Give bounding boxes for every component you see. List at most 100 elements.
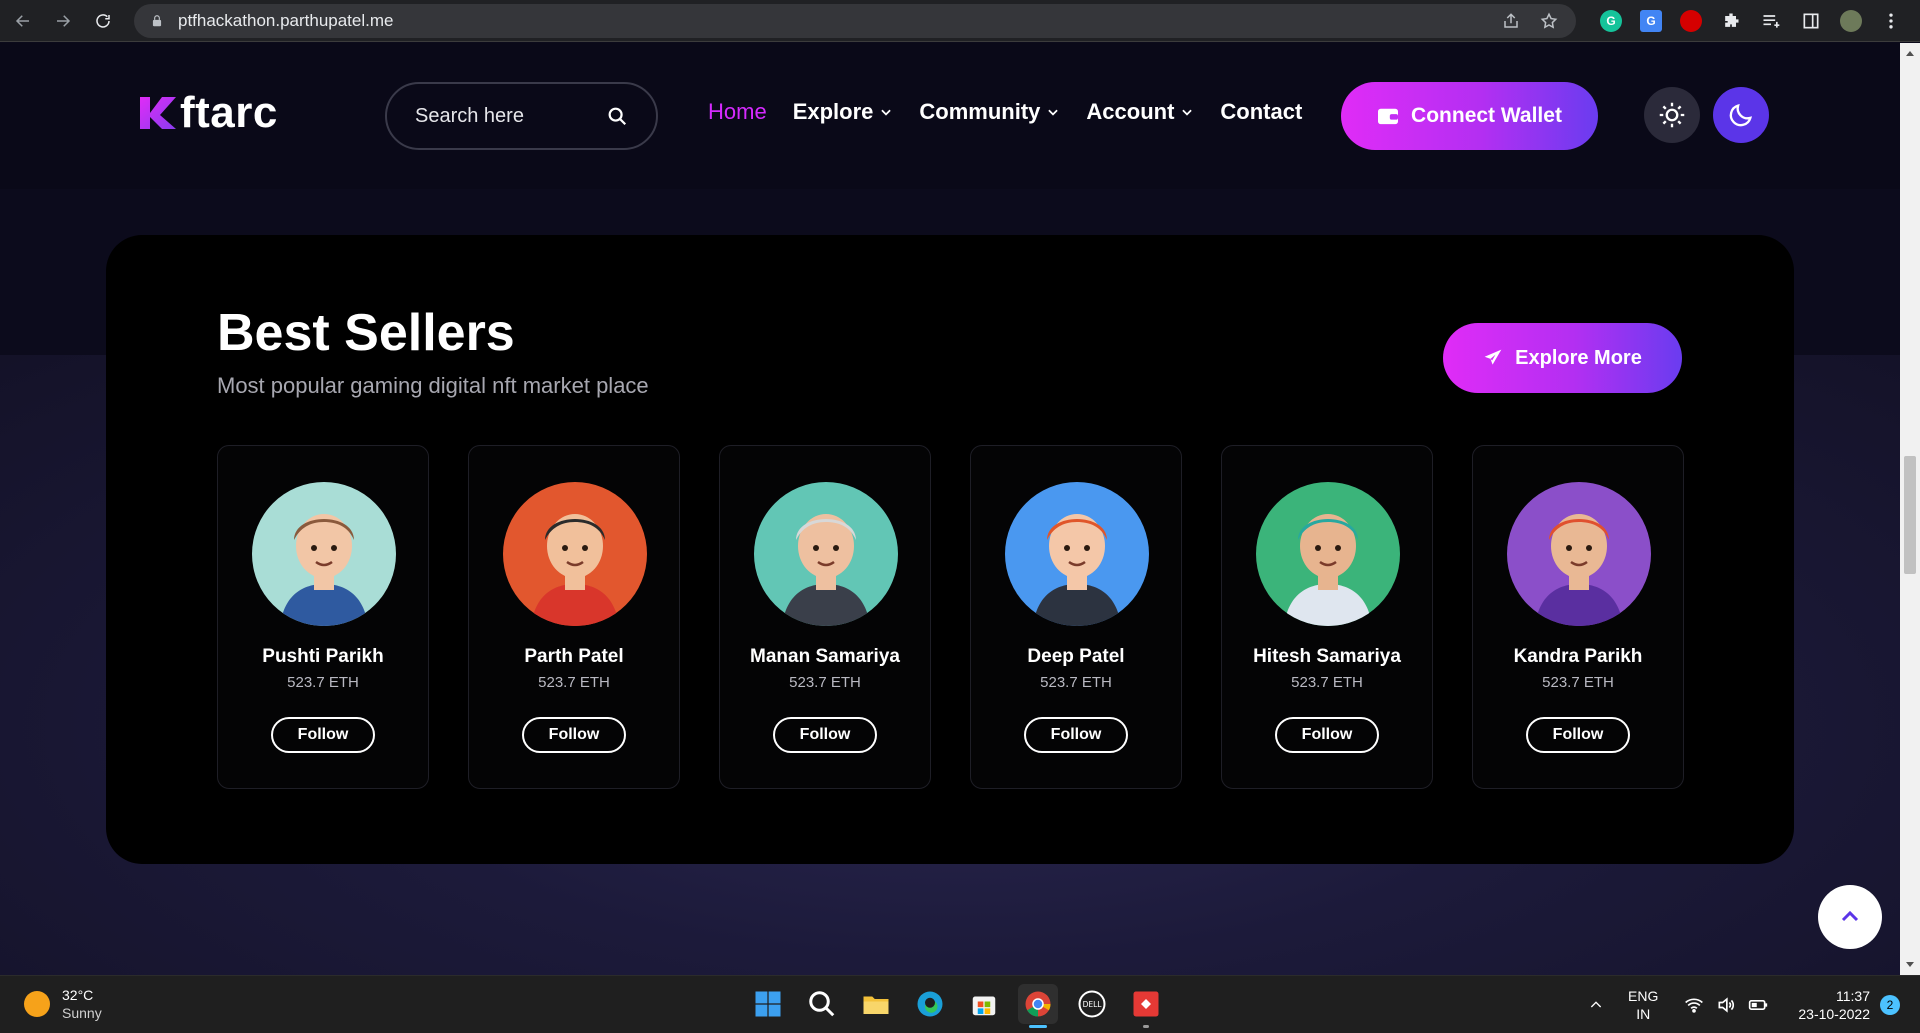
seller-name[interactable]: Kandra Parikh: [1473, 646, 1683, 668]
avatar[interactable]: [503, 482, 647, 626]
nav-home[interactable]: Home: [708, 99, 767, 125]
page-viewport: ftarc Search here Home Explore Community…: [0, 43, 1920, 975]
star-icon[interactable]: [1540, 12, 1558, 30]
seller-card[interactable]: Kandra Parikh 523.7 ETH Follow: [1472, 445, 1684, 789]
seller-eth-value: 523.7 ETH: [538, 674, 610, 691]
clock-time: 11:37: [1836, 988, 1870, 1004]
kebab-menu-icon[interactable]: [1880, 10, 1902, 32]
weather-widget[interactable]: 32°C Sunny: [24, 986, 102, 1022]
follow-button[interactable]: Follow: [773, 717, 877, 753]
avatar[interactable]: [252, 482, 396, 626]
scroll-to-top-button[interactable]: [1818, 885, 1882, 949]
follow-button[interactable]: Follow: [522, 717, 626, 753]
light-mode-button[interactable]: [1644, 87, 1700, 143]
section-subtitle: Most popular gaming digital nft market p…: [217, 373, 649, 398]
nav-community[interactable]: Community: [919, 99, 1060, 125]
seller-eth-value: 523.7 ETH: [1542, 674, 1614, 691]
running-app-indicator: [1143, 1025, 1149, 1028]
notification-badge[interactable]: 2: [1880, 995, 1900, 1015]
side-panel-icon[interactable]: [1800, 10, 1822, 32]
taskbar-apps: DELL: [748, 984, 1166, 1028]
nav-home-label: Home: [708, 99, 767, 124]
language-code: ENG: [1628, 988, 1659, 1004]
active-app-indicator: [1029, 1025, 1047, 1028]
scrollbar-thumb[interactable]: [1904, 456, 1916, 574]
follow-button[interactable]: Follow: [1526, 717, 1630, 753]
site-logo[interactable]: ftarc: [138, 91, 278, 135]
dark-mode-button[interactable]: [1713, 87, 1769, 143]
sunny-weather-icon: [24, 991, 50, 1017]
sun-icon: [1659, 102, 1685, 128]
avatar[interactable]: [754, 482, 898, 626]
seller-name[interactable]: Deep Patel: [971, 646, 1181, 668]
speaker-icon[interactable]: [1716, 995, 1736, 1015]
follow-button[interactable]: Follow: [1024, 717, 1128, 753]
dell-app-icon[interactable]: DELL: [1072, 984, 1112, 1024]
follow-button[interactable]: Follow: [271, 717, 375, 753]
puzzle-extensions-icon[interactable]: [1720, 10, 1742, 32]
nav-explore[interactable]: Explore: [793, 99, 894, 125]
page-scrollbar[interactable]: [1900, 43, 1920, 975]
forward-arrow-icon[interactable]: [46, 4, 80, 38]
search-box[interactable]: Search here: [385, 82, 658, 150]
explore-more-button[interactable]: Explore More: [1443, 323, 1682, 393]
seller-card[interactable]: Pushti Parikh 523.7 ETH Follow: [217, 445, 429, 789]
avatar[interactable]: [1507, 482, 1651, 626]
reading-list-icon[interactable]: [1760, 10, 1782, 32]
region-code: IN: [1636, 1006, 1651, 1022]
language-indicator[interactable]: ENG IN: [1628, 987, 1658, 1023]
seller-name[interactable]: Hitesh Samariya: [1222, 646, 1432, 668]
wifi-icon[interactable]: [1684, 995, 1704, 1015]
battery-icon[interactable]: [1748, 995, 1768, 1015]
connect-wallet-button[interactable]: Connect Wallet: [1341, 82, 1598, 150]
explore-more-label: Explore More: [1515, 346, 1642, 369]
nav-account[interactable]: Account: [1086, 99, 1194, 125]
anydesk-icon[interactable]: [1126, 984, 1166, 1028]
nav-contact[interactable]: Contact: [1220, 99, 1302, 125]
lock-icon: [152, 15, 162, 27]
seller-eth-value: 523.7 ETH: [789, 674, 861, 691]
clock[interactable]: 11:37 23-10-2022: [1798, 987, 1870, 1023]
microsoft-store-icon[interactable]: [964, 984, 1004, 1024]
chevron-up-icon[interactable]: [1588, 997, 1604, 1013]
windows-start-icon[interactable]: [748, 984, 788, 1024]
seller-name[interactable]: Parth Patel: [469, 646, 679, 668]
seller-cards: Pushti Parikh 523.7 ETH Follow Parth Patel 5…: [217, 445, 1684, 789]
logo-text: ftarc: [180, 88, 278, 137]
seller-card[interactable]: Parth Patel 523.7 ETH Follow: [468, 445, 680, 789]
address-bar[interactable]: ptfhackathon.parthupatel.me: [134, 4, 1576, 38]
main-nav: Home Explore Community Account Contact: [708, 99, 1328, 125]
browser-toolbar: ptfhackathon.parthupatel.me G G: [0, 0, 1920, 42]
seller-card[interactable]: Deep Patel 523.7 ETH Follow: [970, 445, 1182, 789]
grammarly-extension-icon[interactable]: G: [1600, 10, 1622, 32]
connect-wallet-label: Connect Wallet: [1411, 104, 1562, 127]
url-text: ptfhackathon.parthupatel.me: [178, 11, 394, 30]
nav-community-label: Community: [919, 99, 1041, 124]
seller-card[interactable]: Manan Samariya 523.7 ETH Follow: [719, 445, 931, 789]
seller-name[interactable]: Pushti Parikh: [218, 646, 428, 668]
shield-extension-icon[interactable]: [1680, 10, 1702, 32]
scroll-down-arrow-icon[interactable]: [1905, 959, 1915, 969]
chrome-browser-icon[interactable]: [1018, 984, 1058, 1028]
file-explorer-icon[interactable]: [856, 984, 896, 1024]
reload-icon[interactable]: [86, 4, 120, 38]
seller-name[interactable]: Manan Samariya: [720, 646, 930, 668]
moon-icon: [1729, 103, 1753, 127]
search-input[interactable]: Search here: [415, 105, 606, 128]
avatar[interactable]: [1005, 482, 1149, 626]
chevron-down-icon: [1182, 109, 1193, 116]
wallet-icon: [1378, 108, 1399, 125]
seller-card[interactable]: Hitesh Samariya 523.7 ETH Follow: [1221, 445, 1433, 789]
profile-avatar[interactable]: [1840, 10, 1862, 32]
avatar[interactable]: [1256, 482, 1400, 626]
follow-button[interactable]: Follow: [1275, 717, 1379, 753]
edge-browser-icon[interactable]: [910, 984, 950, 1024]
paper-plane-icon: [1484, 349, 1502, 365]
system-tray: ENG IN 11:37 23-10-2022 2: [1588, 976, 1920, 1033]
search-icon[interactable]: [606, 105, 628, 127]
scroll-up-arrow-icon[interactable]: [1905, 49, 1915, 59]
back-arrow-icon[interactable]: [6, 4, 40, 38]
share-icon[interactable]: [1502, 12, 1520, 30]
search-icon[interactable]: [802, 984, 842, 1024]
translate-extension-icon[interactable]: G: [1640, 10, 1662, 32]
